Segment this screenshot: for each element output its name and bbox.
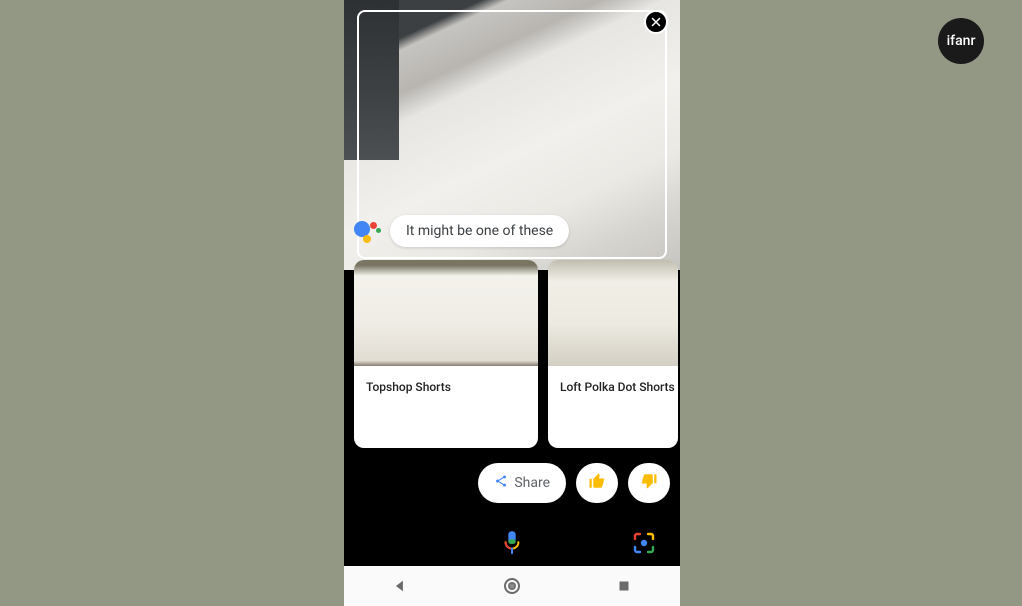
nav-recent-button[interactable]: [615, 577, 633, 595]
watermark-label: ifanr: [947, 33, 976, 49]
results-row[interactable]: Topshop Shorts Loft Polka Dot Shorts: [354, 260, 680, 448]
assistant-logo-icon: [354, 219, 382, 243]
nav-home-button[interactable]: [503, 577, 521, 595]
share-icon: [494, 474, 508, 492]
thumbs-down-button[interactable]: [628, 463, 670, 503]
mic-button[interactable]: [501, 529, 523, 561]
thumbs-up-icon: [588, 472, 606, 494]
close-icon: [650, 13, 662, 32]
result-title: Loft Polka Dot Shorts: [548, 366, 678, 448]
assistant-bubble-text: It might be one of these: [406, 223, 553, 239]
lens-button[interactable]: [632, 531, 656, 559]
nav-back-button[interactable]: [391, 577, 409, 595]
share-label: Share: [514, 475, 550, 491]
share-button[interactable]: Share: [478, 463, 566, 503]
result-card[interactable]: Topshop Shorts: [354, 260, 538, 448]
assistant-bubble: It might be one of these: [390, 215, 569, 247]
nav-home-icon: [504, 578, 520, 594]
thumbs-down-icon: [640, 472, 658, 494]
result-thumbnail: [354, 260, 538, 366]
bottom-icons: [344, 526, 680, 564]
result-title: Topshop Shorts: [354, 366, 538, 448]
result-thumbnail: [548, 260, 678, 366]
android-navbar: [344, 566, 680, 606]
watermark-badge: ifanr: [938, 18, 984, 64]
assistant-row: It might be one of these: [354, 215, 569, 247]
close-button[interactable]: [644, 10, 668, 34]
result-card[interactable]: Loft Polka Dot Shorts: [548, 260, 678, 448]
action-row: Share: [344, 463, 680, 503]
thumbs-up-button[interactable]: [576, 463, 618, 503]
phone-frame: It might be one of these Topshop Shorts …: [344, 0, 680, 606]
